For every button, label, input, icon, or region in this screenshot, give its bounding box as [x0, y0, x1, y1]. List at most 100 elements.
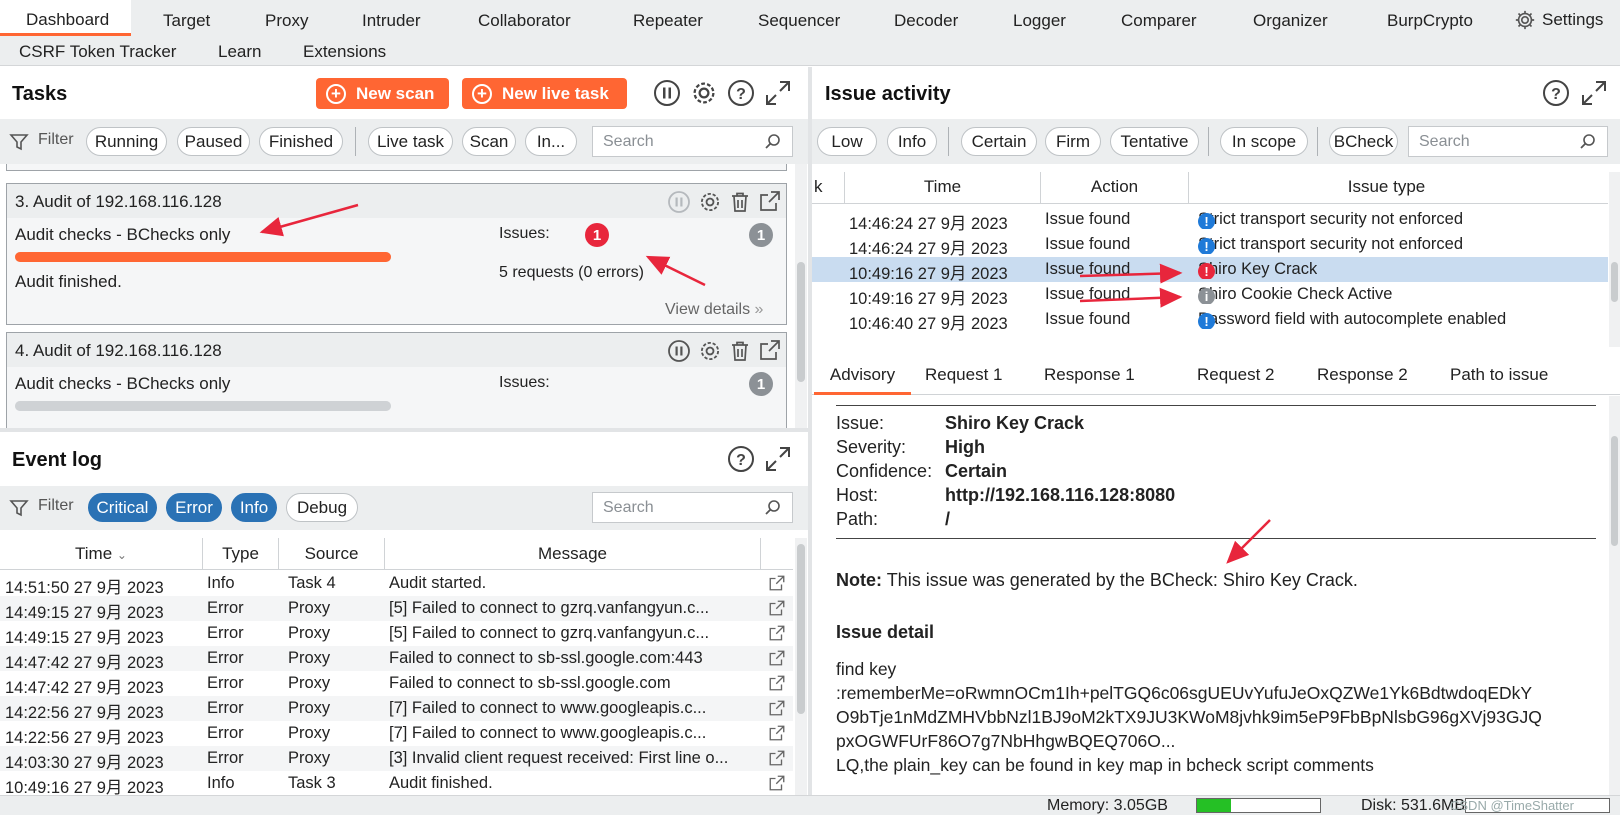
expand-icon[interactable] — [1580, 79, 1608, 107]
tab-comparer[interactable]: Comparer — [1121, 11, 1197, 31]
tab-settings[interactable]: Settings — [1514, 9, 1603, 31]
filter-tentative[interactable]: Tentative — [1110, 127, 1199, 156]
filter-paused[interactable]: Paused — [177, 127, 250, 156]
info-issue-badge[interactable]: 1 — [749, 223, 773, 247]
filter-scan[interactable]: Scan — [462, 127, 516, 156]
column-time[interactable]: Time — [845, 177, 1040, 197]
scrollbar-thumb[interactable] — [1611, 436, 1618, 546]
event-row[interactable]: 14:03:30 27 9月 2023 Error Proxy [3] Invalid… — [0, 746, 793, 772]
filter-critical[interactable]: Critical — [88, 493, 157, 522]
task-card[interactable]: 3. Audit of 192.168.116.128 Audit checks… — [6, 183, 787, 325]
filter-certain[interactable]: Certain — [961, 127, 1037, 156]
filter-in[interactable]: In... — [525, 127, 577, 156]
filter-low[interactable]: Low — [817, 127, 877, 156]
tab-dashboard[interactable]: Dashboard — [0, 0, 132, 36]
gear-icon[interactable] — [689, 78, 719, 108]
help-icon[interactable]: ? — [727, 445, 755, 473]
scrollbar-thumb[interactable] — [1611, 262, 1618, 302]
tab-request-1[interactable]: Request 1 — [925, 360, 1003, 390]
filter-info[interactable]: Info — [887, 127, 937, 156]
tab-path-to-issue[interactable]: Path to issue — [1450, 360, 1548, 390]
issue-search-input[interactable]: Search — [1408, 126, 1608, 157]
column-issue-type[interactable]: Issue type — [1189, 177, 1584, 197]
event-row[interactable]: 14:22:56 27 9月 2023 Error Proxy [7] Failed … — [0, 721, 793, 747]
expand-icon[interactable] — [764, 445, 792, 473]
filter-debug[interactable]: Debug — [286, 493, 358, 522]
gear-icon[interactable] — [697, 189, 723, 215]
filter-live-task[interactable]: Live task — [368, 127, 453, 156]
pause-icon[interactable] — [653, 79, 681, 107]
new-live-task-button[interactable]: + New live task — [462, 78, 627, 109]
column-time[interactable]: Time ⌄ — [0, 544, 202, 564]
tab-burpcrypto[interactable]: BurpCrypto — [1387, 11, 1473, 31]
column-action[interactable]: Action — [1041, 177, 1188, 197]
open-external-icon[interactable] — [768, 599, 786, 617]
event-row[interactable]: 14:49:15 27 9月 2023 Error Proxy [5] Failed … — [0, 596, 793, 622]
scrollbar[interactable] — [795, 164, 807, 428]
column-source[interactable]: Source — [279, 544, 384, 564]
tab-response-1[interactable]: Response 1 — [1044, 360, 1135, 390]
tab-target[interactable]: Target — [163, 11, 210, 31]
tab-advisory[interactable]: Advisory — [814, 360, 911, 395]
help-icon[interactable]: ? — [1542, 79, 1570, 107]
filter-info[interactable]: Info — [231, 493, 277, 522]
tab-learn[interactable]: Learn — [218, 42, 261, 62]
issue-row[interactable]: 14:46:24 27 9月 2023 Issue found! Strict tr… — [812, 207, 1608, 233]
filter-firm[interactable]: Firm — [1045, 127, 1101, 156]
info-issue-badge[interactable]: 1 — [749, 372, 773, 396]
pause-icon[interactable] — [667, 339, 691, 363]
event-row[interactable]: 14:49:15 27 9月 2023 Error Proxy [5] Failed … — [0, 621, 793, 647]
event-log-search-input[interactable]: Search — [592, 492, 793, 523]
trash-icon[interactable] — [728, 339, 752, 363]
event-row[interactable]: 10:49:16 27 9月 2023 Info Task 3 Audit finis… — [0, 771, 793, 795]
column-k[interactable]: k — [814, 177, 828, 197]
issue-row[interactable]: 10:46:40 27 9月 2023 Issue found! Password … — [812, 307, 1608, 333]
tab-sequencer[interactable]: Sequencer — [758, 11, 840, 31]
issue-row[interactable]: 10:49:16 27 9月 2023 Issue found! Shiro Key… — [812, 257, 1608, 283]
pause-icon[interactable] — [667, 190, 691, 214]
open-external-icon[interactable] — [768, 749, 786, 767]
open-external-icon[interactable] — [758, 189, 782, 213]
open-external-icon[interactable] — [768, 724, 786, 742]
high-issue-badge[interactable]: 1 — [585, 223, 609, 247]
open-external-icon[interactable] — [768, 649, 786, 667]
tab-response-2[interactable]: Response 2 — [1317, 360, 1408, 390]
filter-in-scope[interactable]: In scope — [1220, 127, 1308, 156]
task-card[interactable]: 4. Audit of 192.168.116.128 Audit checks… — [6, 332, 787, 428]
open-external-icon[interactable] — [768, 674, 786, 692]
scrollbar-thumb[interactable] — [797, 262, 805, 382]
open-external-icon[interactable] — [768, 699, 786, 717]
event-row[interactable]: 14:47:42 27 9月 2023 Error Proxy Failed to c… — [0, 646, 793, 672]
gear-icon[interactable] — [697, 338, 723, 364]
filter-bcheck[interactable]: BCheck — [1329, 127, 1398, 156]
event-row[interactable]: 14:47:42 27 9月 2023 Error Proxy Failed to c… — [0, 671, 793, 697]
scrollbar-thumb[interactable] — [797, 544, 805, 714]
tab-collaborator[interactable]: Collaborator — [478, 11, 571, 31]
tasks-search-input[interactable]: Search — [592, 126, 793, 157]
help-icon[interactable]: ? — [727, 79, 755, 107]
event-row[interactable]: 14:22:56 27 9月 2023 Error Proxy [7] Failed … — [0, 696, 793, 722]
tab-logger[interactable]: Logger — [1013, 11, 1066, 31]
tab-organizer[interactable]: Organizer — [1253, 11, 1328, 31]
scrollbar[interactable] — [1609, 396, 1620, 795]
tab-repeater[interactable]: Repeater — [633, 11, 703, 31]
tab-intruder[interactable]: Intruder — [362, 11, 421, 31]
event-row[interactable]: 14:51:50 27 9月 2023 Info Task 4 Audit start… — [0, 571, 793, 597]
issue-row[interactable]: 10:49:16 27 9月 2023 Issue found i Shiro Coo… — [812, 282, 1608, 308]
view-details-link[interactable]: View details » — [665, 301, 763, 319]
filter-finished[interactable]: Finished — [259, 127, 343, 156]
tab-decoder[interactable]: Decoder — [894, 11, 958, 31]
column-type[interactable]: Type — [203, 544, 278, 564]
filter-error[interactable]: Error — [166, 493, 222, 522]
tab-request-2[interactable]: Request 2 — [1197, 360, 1275, 390]
open-external-icon[interactable] — [768, 774, 786, 792]
tab-proxy[interactable]: Proxy — [265, 11, 308, 31]
scrollbar[interactable] — [1609, 172, 1620, 347]
column-message[interactable]: Message — [385, 544, 760, 564]
open-external-icon[interactable] — [758, 338, 782, 362]
new-scan-button[interactable]: + New scan — [316, 78, 449, 109]
open-external-icon[interactable] — [768, 624, 786, 642]
trash-icon[interactable] — [728, 190, 752, 214]
issue-row[interactable]: 14:46:24 27 9月 2023 Issue found! Strict tr… — [812, 232, 1608, 258]
open-external-icon[interactable] — [768, 574, 786, 592]
